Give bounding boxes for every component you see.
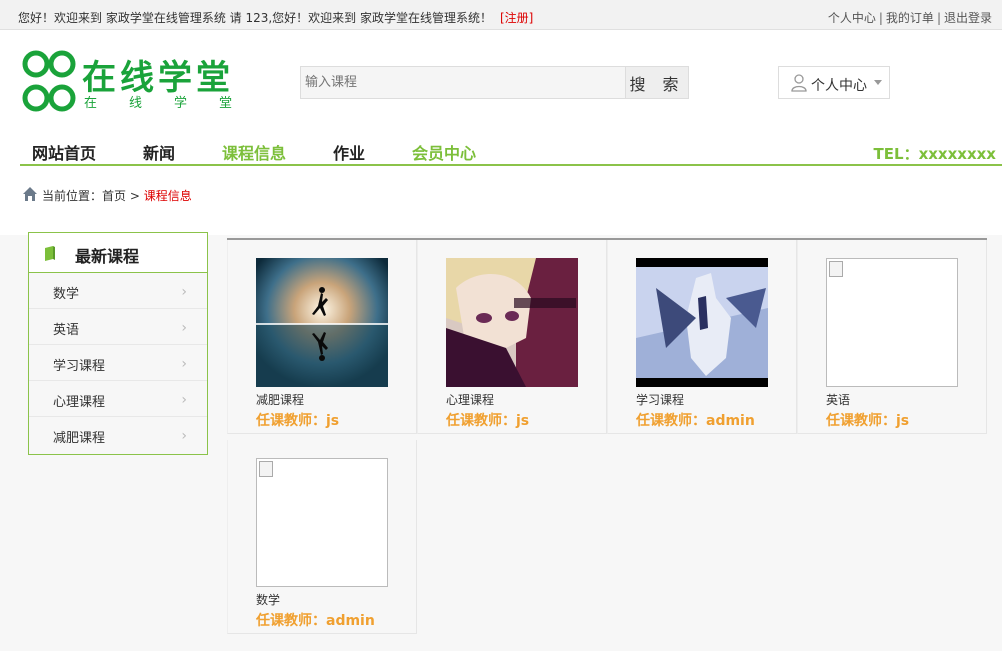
nav-item-member-center[interactable]: 会员中心 (412, 140, 476, 164)
personal-center-dropdown[interactable]: 个人中心 (778, 66, 890, 99)
sidebar-item-math[interactable]: 数学 › (29, 273, 207, 309)
sidebar-item-label: 学习课程 (53, 359, 106, 374)
nav-item-homework[interactable]: 作业 (333, 140, 365, 164)
sidebar-item-psychology[interactable]: 心理课程 › (29, 381, 207, 417)
breadcrumb-current: 课程信息 (143, 189, 192, 203)
broken-image-icon (829, 261, 843, 277)
course-teacher: 任课教师：admin (256, 613, 375, 629)
sidebar-item-weight-loss[interactable]: 减肥课程 › (29, 417, 207, 453)
top-link-logout[interactable]: 退出登录 (944, 11, 992, 25)
nav-item-home[interactable]: 网站首页 (32, 140, 96, 164)
course-card[interactable]: 学习课程 任课教师：admin (607, 240, 797, 434)
user-icon (791, 74, 807, 92)
nav-item-courses[interactable]: 课程信息 (222, 140, 286, 164)
book-icon (45, 246, 55, 261)
home-icon (23, 187, 37, 201)
course-name[interactable]: 英语 (826, 391, 850, 408)
course-card[interactable]: 减肥课程 任课教师：js (227, 240, 417, 434)
broken-image-icon (259, 461, 273, 477)
mecha-photo (636, 258, 768, 387)
top-bar: 您好！欢迎来到 家政学堂在线管理系统 请 123,您好！欢迎来到 家政学堂在线管… (0, 0, 1002, 30)
logo-subtitle: 在线学堂 (84, 96, 265, 111)
search-input[interactable] (300, 66, 626, 99)
course-image[interactable] (636, 258, 768, 387)
chevron-right-icon: › (181, 428, 187, 444)
course-card[interactable]: 英语 任课教师：js (797, 240, 987, 434)
top-link-personal-center[interactable]: 个人中心 (828, 11, 876, 25)
course-image[interactable] (826, 258, 958, 387)
top-links: 个人中心 | 我的订单 | 退出登录 (828, 9, 992, 26)
nav-item-news[interactable]: 新闻 (143, 140, 175, 164)
sidebar-item-label: 心理课程 (53, 395, 106, 410)
course-image[interactable] (256, 458, 388, 587)
course-teacher: 任课教师：js (256, 413, 340, 429)
course-grid: 减肥课程 任课教师：js 心理课程 任课教师：js 学习课程 任课教师：admi… (227, 238, 987, 634)
sidebar-item-label: 英语 (53, 323, 80, 338)
course-name[interactable]: 心理课程 (446, 391, 494, 408)
anime-girl-photo (446, 258, 578, 387)
chevron-right-icon: › (181, 284, 187, 300)
welcome-text: 您好！欢迎来到 家政学堂在线管理系统 请 123,您好！欢迎来到 家政学堂在线管… (18, 9, 533, 26)
main-nav: 网站首页 新闻 课程信息 作业 会员中心 TEL：xxxxxxxx (20, 134, 1002, 166)
top-link-my-orders[interactable]: 我的订单 (886, 11, 934, 25)
breadcrumb-text: 当前位置：首页 > 课程信息 (42, 187, 192, 204)
course-card[interactable]: 数学 任课教师：admin (227, 440, 417, 634)
course-name[interactable]: 减肥课程 (256, 391, 304, 408)
course-card[interactable]: 心理课程 任课教师：js (417, 240, 607, 434)
search-button[interactable]: 搜 索 (626, 66, 689, 99)
separator: | (878, 11, 883, 25)
runner-photo (256, 258, 388, 387)
chevron-right-icon: › (181, 392, 187, 408)
site-logo[interactable]: 在线学堂 在线学堂 (22, 48, 232, 118)
greeting-text: 您好！欢迎来到 家政学堂在线管理系统 请 123,您好！欢迎来到 家政学堂在线管… (18, 11, 492, 25)
chevron-right-icon: › (181, 320, 187, 336)
sidebar-title: 最新课程 (75, 247, 140, 266)
sidebar-item-label: 减肥课程 (53, 431, 106, 446)
search-bar: 搜 索 (300, 66, 690, 99)
course-teacher: 任课教师：js (826, 413, 910, 429)
tel-number: TEL：xxxxxxxx (873, 145, 996, 163)
separator: | (936, 11, 941, 25)
chevron-right-icon: › (181, 356, 187, 372)
breadcrumb-prefix[interactable]: 当前位置：首页 > (42, 189, 144, 203)
course-image[interactable] (446, 258, 578, 387)
sidebar-item-english[interactable]: 英语 › (29, 309, 207, 345)
sidebar: 最新课程 数学 › 英语 › 学习课程 › 心理课程 › 减肥课程 › (28, 232, 208, 455)
sidebar-item-study[interactable]: 学习课程 › (29, 345, 207, 381)
course-name[interactable]: 学习课程 (636, 391, 684, 408)
course-teacher: 任课教师：js (446, 413, 530, 429)
clover-logo-icon (22, 50, 76, 112)
course-image[interactable] (256, 258, 388, 387)
sidebar-item-label: 数学 (53, 287, 80, 302)
chevron-down-icon (874, 80, 882, 85)
course-name[interactable]: 数学 (256, 591, 280, 608)
header: 在线学堂 在线学堂 搜 索 个人中心 网站首页 新闻 课程信息 作业 会员中心 … (0, 30, 1002, 235)
personal-center-label: 个人中心 (811, 78, 867, 94)
sidebar-header: 最新课程 (29, 233, 207, 273)
course-teacher: 任课教师：admin (636, 413, 755, 429)
register-link[interactable]: [注册] (500, 11, 533, 25)
